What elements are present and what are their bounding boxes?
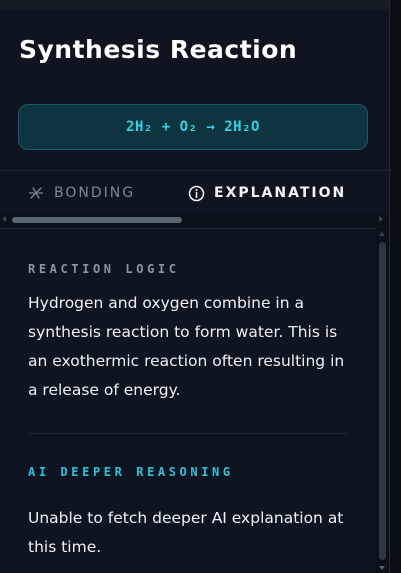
tab-bonding-label: BONDING [54, 185, 136, 201]
tab-bar: BONDING EXPLANATION [0, 170, 389, 215]
scroll-up-icon[interactable] [379, 232, 385, 236]
equation-box: 2H₂ + O₂ → 2H₂O [18, 104, 368, 150]
content-divider [0, 228, 376, 229]
reaction-logic-text: Hydrogen and oxygen combine in a synthes… [28, 294, 345, 399]
info-icon [187, 184, 205, 202]
tab-explanation-label: EXPLANATION [214, 185, 347, 201]
vertical-scrollbar[interactable] [376, 228, 389, 573]
reaction-panel: Synthesis Reaction 2H₂ + O₂ → 2H₂O BONDI… [0, 0, 401, 573]
section-divider [28, 433, 348, 434]
page-title: Synthesis Reaction [19, 35, 298, 64]
horizontal-scrollbar[interactable] [0, 214, 389, 226]
scroll-right-icon[interactable] [379, 216, 383, 222]
tab-explanation[interactable]: EXPLANATION [187, 171, 346, 215]
reaction-logic-heading: REACTION LOGIC [28, 262, 180, 276]
top-strip [0, 0, 390, 10]
ai-reasoning-text: Unable to fetch deeper AI explanation at… [28, 509, 344, 556]
scroll-left-icon[interactable] [2, 216, 6, 222]
equation-text: 2H₂ + O₂ → 2H₂O [126, 119, 260, 135]
scroll-down-icon[interactable] [379, 566, 385, 570]
atom-icon [27, 184, 45, 202]
ai-reasoning-heading: AI DEEPER REASONING [28, 465, 234, 479]
vertical-scroll-thumb[interactable] [379, 242, 386, 560]
tab-bonding[interactable]: BONDING [27, 171, 135, 215]
horizontal-scroll-thumb[interactable] [12, 217, 182, 223]
outer-scrollbar[interactable] [389, 0, 401, 573]
